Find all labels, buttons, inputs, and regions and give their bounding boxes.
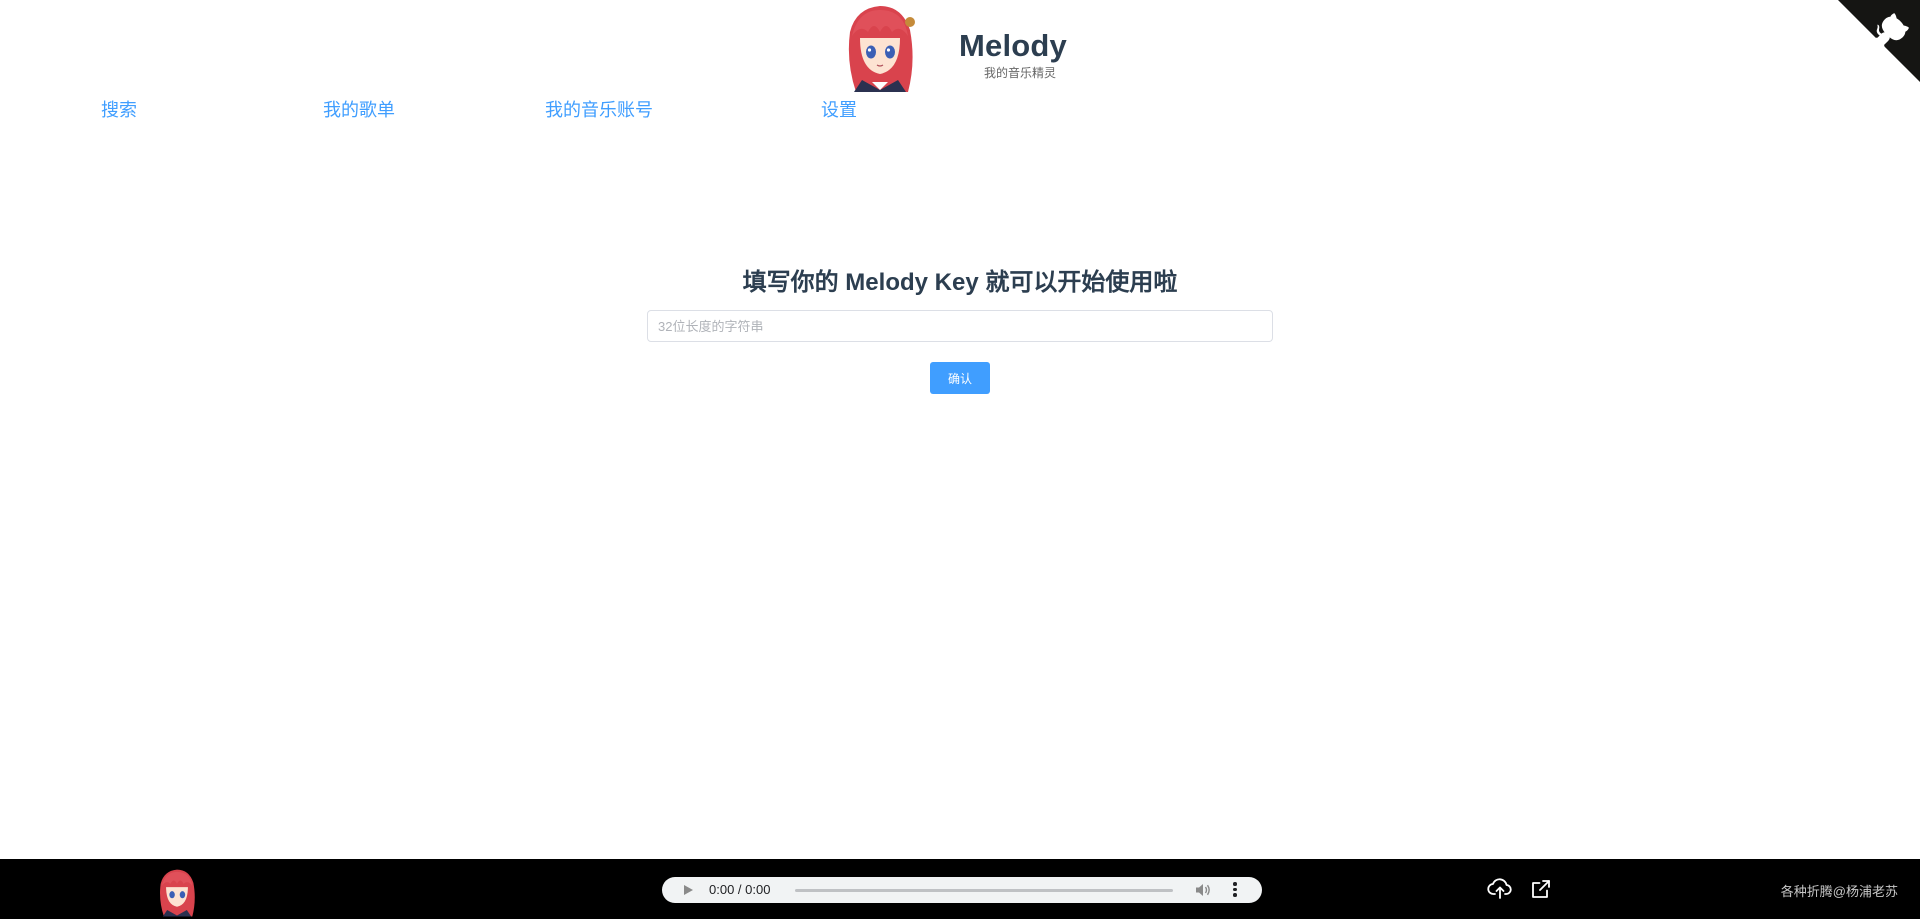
nav-item-settings[interactable]: 设置 (821, 96, 857, 122)
github-cat-icon (1838, 0, 1920, 82)
logo-avatar (836, 2, 924, 92)
brand-subtitle: 我的音乐精灵 (984, 66, 1057, 80)
cloud-upload-icon[interactable] (1487, 877, 1513, 901)
nav-item-search[interactable]: 搜索 (101, 96, 137, 122)
play-icon[interactable] (684, 885, 693, 895)
time-display: 0:00 / 0:00 (709, 882, 771, 897)
confirm-button[interactable]: 确认 (930, 362, 990, 394)
now-playing-avatar (153, 866, 201, 918)
nav-item-my-music-account[interactable]: 我的音乐账号 (545, 96, 653, 122)
brand-title: Melody (959, 28, 1067, 63)
progress-slider[interactable] (795, 889, 1173, 892)
nav-item-my-playlists[interactable]: 我的歌单 (323, 96, 395, 122)
volume-icon[interactable] (1195, 883, 1211, 897)
more-vertical-icon[interactable] (1232, 882, 1238, 898)
page-title: 填写你的 Melody Key 就可以开始使用啦 (742, 269, 1178, 296)
audio-player: 0:00 / 0:00 (662, 877, 1262, 903)
melody-key-input[interactable] (647, 310, 1273, 342)
player-bar: 0:00 / 0:00 各种折腾@杨浦老苏 (0, 859, 1920, 919)
footer-credit: 各种折腾@杨浦老苏 (1780, 884, 1898, 899)
github-corner-link[interactable] (1838, 0, 1920, 82)
external-link-icon[interactable] (1530, 878, 1552, 900)
